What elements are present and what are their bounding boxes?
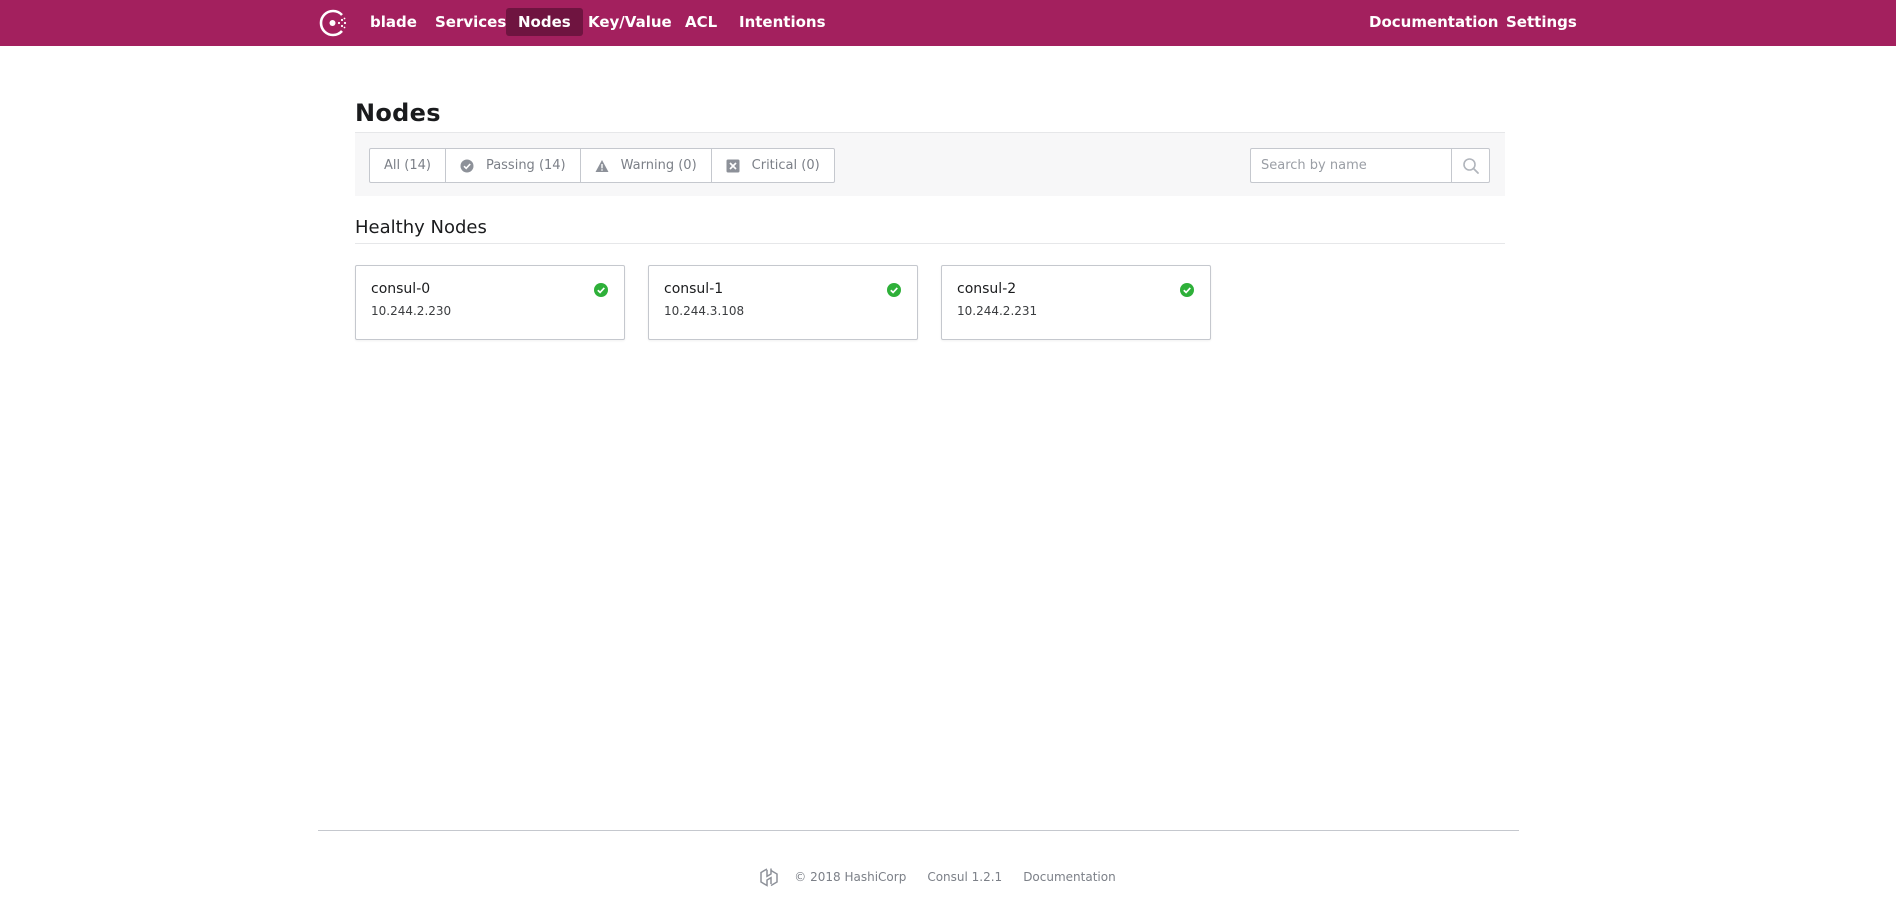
passing-check-icon <box>1180 283 1194 297</box>
nav-settings[interactable]: Settings <box>1494 8 1589 36</box>
section-title: Healthy Nodes <box>355 217 487 238</box>
filter-all-label: All (14) <box>384 158 431 173</box>
node-name: consul-1 <box>664 281 724 297</box>
critical-x-icon <box>726 159 740 172</box>
nav-nodes[interactable]: Nodes <box>506 8 583 36</box>
filter-passing-label: Passing (14) <box>485 158 566 173</box>
filter-critical-label: Critical (0) <box>751 158 820 173</box>
footer: © 2018 HashiCorp Consul 1.2.1 Documentat… <box>0 866 1896 888</box>
filter-passing[interactable]: Passing (14) <box>446 149 581 182</box>
page-title: Nodes <box>355 99 441 127</box>
passing-check-icon <box>887 283 901 297</box>
health-filter-group: All (14) Passing (14) Warning (0) Critic… <box>369 148 835 183</box>
nav-intentions[interactable]: Intentions <box>727 8 838 36</box>
footer-version[interactable]: Consul 1.2.1 <box>927 870 1002 884</box>
node-card[interactable]: consul-0 10.244.2.230 <box>355 265 625 340</box>
filter-bar: All (14) Passing (14) Warning (0) Critic… <box>355 132 1505 196</box>
node-name: consul-2 <box>957 281 1017 297</box>
top-navigation: blade Services Nodes Key/Value ACL Inten… <box>0 0 1896 46</box>
search-icon <box>1462 157 1479 174</box>
nav-services[interactable]: Services <box>423 8 518 36</box>
search-button[interactable] <box>1451 148 1490 183</box>
node-address: 10.244.2.230 <box>371 304 452 318</box>
nav-acl[interactable]: ACL <box>673 8 729 36</box>
filter-warning-label: Warning (0) <box>620 158 697 173</box>
filter-warning[interactable]: Warning (0) <box>581 149 712 182</box>
filter-all[interactable]: All (14) <box>370 149 446 182</box>
search-input[interactable] <box>1250 148 1451 183</box>
check-circle-icon <box>460 159 474 172</box>
footer-documentation-link[interactable]: Documentation <box>1023 870 1116 884</box>
filter-critical[interactable]: Critical (0) <box>712 149 834 182</box>
section-divider <box>355 243 1505 244</box>
warning-triangle-icon <box>595 159 609 172</box>
footer-copyright: © 2018 HashiCorp <box>794 870 907 884</box>
nav-datacenter[interactable]: blade <box>358 8 429 36</box>
hashicorp-logo-icon[interactable] <box>759 867 779 887</box>
nav-key-value[interactable]: Key/Value <box>576 8 684 36</box>
consul-logo-icon[interactable] <box>318 8 348 38</box>
node-card[interactable]: consul-2 10.244.2.231 <box>941 265 1211 340</box>
footer-divider <box>318 830 1519 831</box>
node-name: consul-0 <box>371 281 431 297</box>
node-card[interactable]: consul-1 10.244.3.108 <box>648 265 918 340</box>
node-address: 10.244.2.231 <box>957 304 1038 318</box>
nav-documentation[interactable]: Documentation <box>1357 8 1510 36</box>
search-box <box>1250 148 1490 183</box>
passing-check-icon <box>594 283 608 297</box>
node-address: 10.244.3.108 <box>664 304 745 318</box>
